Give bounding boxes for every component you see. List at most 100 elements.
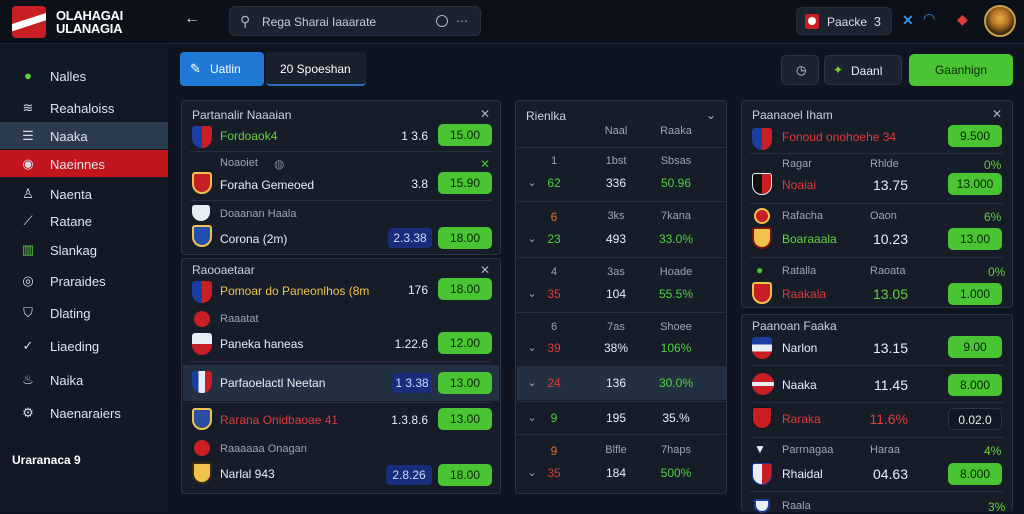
odds-value: 13.05 <box>872 286 908 302</box>
chevron-down-icon[interactable]: ⌄ <box>524 411 540 424</box>
divider <box>750 153 1004 154</box>
chevron-down-icon[interactable]: ⌄ <box>524 287 540 300</box>
divider <box>190 402 492 403</box>
search-input[interactable]: Rega Sharai Iaaarate <box>262 15 376 29</box>
sidebar-item-6[interactable]: ▥ Slankag <box>0 236 168 263</box>
bars-icon: ▥ <box>21 242 35 257</box>
close-icon[interactable]: ✕ <box>480 157 490 171</box>
close-icon[interactable]: ✕ <box>480 263 490 277</box>
back-icon[interactable]: ← <box>184 10 200 28</box>
bell-icon[interactable]: ◆ <box>957 11 968 28</box>
sidebar-footer[interactable]: Uraranaca 9 <box>12 453 81 467</box>
match-subtitle: Noaoiet <box>220 157 258 169</box>
gaanhign-button[interactable]: Gaanhign <box>909 54 1013 86</box>
team-crest-icon <box>752 463 772 485</box>
tab-label: Uatlin <box>210 62 241 76</box>
tab-spoeshan[interactable]: 20 Spoeshan <box>266 52 366 86</box>
sidebar-item-8[interactable]: ⛉ Dlating <box>0 299 168 326</box>
brand-line2: ULANAGIA <box>56 21 123 36</box>
sidebar-item-11[interactable]: ⚙ Naenaraiers <box>0 399 168 426</box>
odds-button[interactable]: 1.000 <box>948 283 1002 305</box>
divider <box>750 365 1004 366</box>
odds-button[interactable]: 15.00 <box>438 124 492 146</box>
sidebar-item-3[interactable]: ◉ Naeinnes <box>0 150 168 177</box>
odds-button[interactable]: 13.000 <box>948 173 1002 195</box>
sidebar-item-label: Liaeding <box>50 339 100 354</box>
team-name: Parfaoelactl Neetan <box>220 376 326 390</box>
odds-button[interactable]: 9.500 <box>948 125 1002 147</box>
clock-button[interactable]: ◷ <box>781 55 819 85</box>
sidebar-item-9[interactable]: ✓ Liaeding <box>0 332 168 359</box>
divider <box>190 361 492 362</box>
team-crest-icon <box>752 282 772 304</box>
odds-button[interactable]: 13.00 <box>948 228 1002 250</box>
odds-value: 2.3.38 <box>388 228 432 248</box>
tab-label: 20 Spoeshan <box>280 62 351 76</box>
wifi-icon[interactable]: ◠ <box>923 10 935 27</box>
cell: 38% <box>603 341 629 355</box>
team-crest-icon <box>752 407 772 429</box>
team-name: Narlon <box>782 341 818 355</box>
team-crest-icon <box>192 333 212 355</box>
odds-button[interactable]: 13.00 <box>438 372 492 394</box>
odds-value: 13.75 <box>872 177 908 193</box>
close-icon[interactable]: ✕ <box>902 12 914 29</box>
odds-button[interactable]: 18.00 <box>438 278 492 300</box>
odds-value: 3.8 <box>411 177 428 191</box>
cell: 500% <box>660 466 692 480</box>
account-name: Paacke <box>827 15 868 29</box>
odds-value: 1.3.8.6 <box>391 413 428 427</box>
odds-button[interactable]: 13.00 <box>438 408 492 430</box>
account-button[interactable]: Paacke 3 <box>796 7 892 35</box>
daanl-button[interactable]: ✦ Daanl <box>824 55 902 85</box>
sidebar-item-1[interactable]: ≋ Reahaloiss <box>0 94 168 121</box>
odds-button[interactable]: 12.00 <box>438 332 492 354</box>
odds-button[interactable]: 15.90 <box>438 172 492 194</box>
team-crest-icon <box>192 225 212 247</box>
sidebar-item-2[interactable]: ☰ Naaka <box>0 122 168 149</box>
chevron-down-icon[interactable]: ⌄ <box>524 466 540 479</box>
avatar[interactable] <box>984 5 1016 37</box>
cell: 195 <box>605 411 627 425</box>
sidebar-item-4[interactable]: ♙ Naenta <box>0 180 168 207</box>
odds-button[interactable]: 8.000 <box>948 374 1002 396</box>
team-name: Fonoud onohoehe 34 <box>782 130 897 144</box>
odds-button[interactable]: 9.00 <box>948 336 1002 358</box>
close-icon[interactable]: ✕ <box>480 107 490 121</box>
match-subtitle: Ragar <box>782 158 812 170</box>
chevron-down-icon[interactable]: ⌄ <box>524 176 540 189</box>
more-icon[interactable]: ⋯ <box>456 14 468 28</box>
match-subtitle: Raala <box>782 500 811 512</box>
sidebar-item-0[interactable]: ● Nalles <box>0 62 168 89</box>
search-bar[interactable]: ⚲ Rega Sharai Iaaarate ⋯ <box>229 6 481 36</box>
odds-button[interactable]: 18.00 <box>438 227 492 249</box>
record-icon[interactable] <box>436 15 448 27</box>
odds-button[interactable]: 8.000 <box>948 463 1002 485</box>
sidebar-item-7[interactable]: ◎ Praraides <box>0 267 168 294</box>
panel-title: Paanaoel Iham <box>752 108 833 122</box>
chevron-down-icon[interactable]: ⌄ <box>524 232 540 245</box>
percent-value: 6% <box>984 210 1002 224</box>
info-icon[interactable]: ◍ <box>274 157 284 171</box>
sidebar-item-10[interactable]: ♨ Naika <box>0 366 168 393</box>
divider <box>750 257 1004 258</box>
team-crest-icon <box>752 227 772 249</box>
odds-button[interactable]: 18.00 <box>438 464 492 486</box>
odds-button[interactable]: 0.02.0 <box>948 408 1002 430</box>
odds-value: 10.23 <box>872 231 908 247</box>
chevron-down-icon[interactable]: ⌄ <box>524 341 540 354</box>
divider <box>750 203 1004 204</box>
match-subtitle: Raaatat <box>220 313 259 325</box>
cell: 35 <box>547 466 561 480</box>
chevron-down-icon[interactable]: ⌄ <box>524 376 540 389</box>
cell: 6 <box>550 321 558 333</box>
match-subtitle: Rhlde <box>870 158 899 170</box>
chevron-down-icon[interactable]: ⌄ <box>706 108 716 122</box>
user-icon: ♙ <box>22 186 34 201</box>
close-icon[interactable]: ✕ <box>992 107 1002 121</box>
odds-panel-2: Paanoan Faaka Narlon 13.15 9.00 Naaka 11… <box>741 314 1013 514</box>
sidebar-item-5[interactable]: ⟋ Ratane <box>0 207 168 234</box>
brand-logo[interactable] <box>12 6 46 38</box>
tab-uatlin[interactable]: ✎ Uatlin <box>180 52 264 86</box>
team-crest-icon <box>192 281 212 303</box>
